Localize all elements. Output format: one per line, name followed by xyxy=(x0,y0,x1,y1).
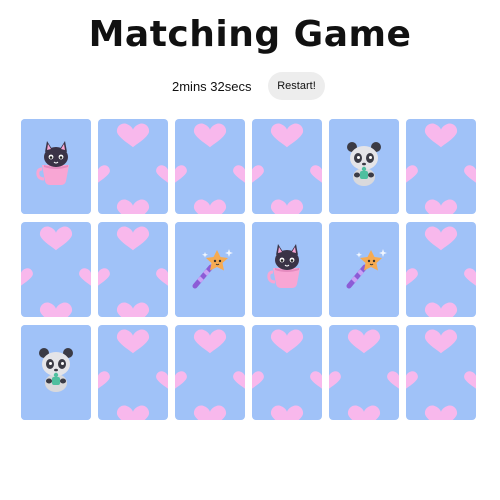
card-hidden[interactable] xyxy=(329,325,399,420)
card-hidden[interactable] xyxy=(406,119,476,214)
card-revealed[interactable] xyxy=(21,119,91,214)
card-hidden[interactable] xyxy=(175,119,245,214)
card-hidden[interactable] xyxy=(252,325,322,420)
card-hidden[interactable] xyxy=(406,222,476,317)
card-grid xyxy=(21,119,477,420)
card-hidden[interactable] xyxy=(21,222,91,317)
card-revealed[interactable] xyxy=(252,222,322,317)
card-hidden[interactable] xyxy=(252,119,322,214)
card-revealed[interactable] xyxy=(329,119,399,214)
card-hidden[interactable] xyxy=(98,325,168,420)
status-row: 2mins 32secs Restart! xyxy=(0,72,500,102)
card-hidden[interactable] xyxy=(98,119,168,214)
card-revealed[interactable] xyxy=(329,222,399,317)
card-hidden[interactable] xyxy=(406,325,476,420)
card-hidden[interactable] xyxy=(175,325,245,420)
restart-button[interactable]: Restart! xyxy=(268,72,325,100)
timer: 2mins 32secs xyxy=(172,79,252,94)
card-revealed[interactable] xyxy=(175,222,245,317)
page-title: Matching Game xyxy=(88,14,412,55)
card-hidden[interactable] xyxy=(98,222,168,317)
card-revealed[interactable] xyxy=(21,325,91,420)
